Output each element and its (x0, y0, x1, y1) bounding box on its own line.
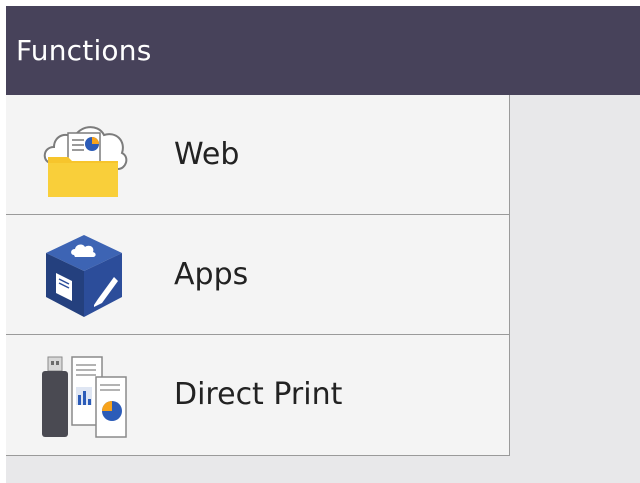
title-bar: Functions (6, 6, 640, 95)
functions-screen: Functions Web Apps Direct Print (6, 6, 640, 483)
web-cloud-folder-icon (43, 126, 128, 197)
menu-item-label: Web (174, 137, 240, 172)
menu-item-direct-print[interactable]: Direct Print (6, 335, 509, 456)
menu-item-label: Apps (174, 257, 249, 292)
usb-documents-icon (42, 356, 127, 438)
menu-item-apps[interactable]: Apps (6, 215, 509, 335)
page-title: Functions (16, 34, 152, 67)
menu-item-web[interactable]: Web (6, 95, 509, 215)
menu-item-label: Direct Print (174, 377, 343, 412)
functions-list: Web Apps Direct Print (6, 95, 510, 456)
apps-cube-icon (46, 235, 122, 317)
